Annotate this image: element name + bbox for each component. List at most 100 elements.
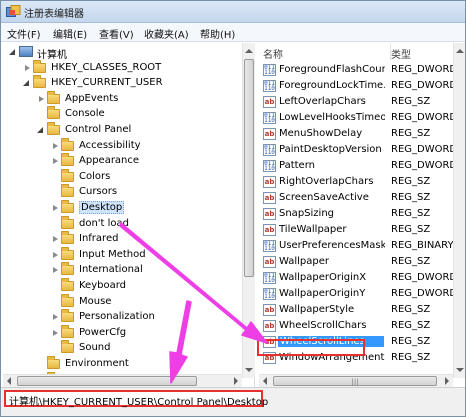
- dword-icon: 011 110: [263, 112, 276, 124]
- folder-icon: [47, 106, 60, 120]
- value-row[interactable]: ab ScreenSaveActive REG_SZ: [259, 190, 454, 206]
- tree-item[interactable]: Environment: [3, 356, 243, 372]
- scroll-left-icon[interactable]: [7, 377, 11, 385]
- folder-icon: [61, 168, 74, 182]
- value-name: MenuShowDelay: [279, 128, 363, 139]
- value-type: REG_SZ: [391, 352, 431, 363]
- value-row[interactable]: ab SnapSizing REG_SZ: [259, 206, 454, 222]
- value-row[interactable]: 011 110 PaintDesktopVersion REG_DWORD: [259, 142, 454, 158]
- tree-item[interactable]: 计算机: [3, 45, 243, 61]
- value-name: ForegroundLockTime...: [279, 80, 385, 91]
- column-header-name[interactable]: 名称: [263, 43, 391, 61]
- tree-item[interactable]: Keyboard: [3, 278, 243, 294]
- scroll-right-icon[interactable]: [234, 377, 238, 385]
- value-row[interactable]: ab TileWallpaper REG_SZ: [259, 222, 454, 238]
- value-row[interactable]: 011 110 Pattern REG_DWORD: [259, 158, 454, 174]
- tree-item[interactable]: Input Method: [3, 246, 243, 263]
- expanded-arrow-icon[interactable]: [23, 80, 29, 87]
- collapsed-arrow-icon[interactable]: [53, 158, 58, 165]
- tree-vertical-scrollbar[interactable]: [242, 43, 255, 378]
- value-row[interactable]: ab WheelScrollChars REG_SZ: [259, 318, 454, 334]
- value-type: REG_SZ: [391, 96, 431, 107]
- value-type: REG_DWORD: [391, 160, 454, 171]
- registry-key-tree[interactable]: 计算机 HKEY_CLASSES_ROOT HKEY_CURRENT_USER App…: [3, 43, 255, 387]
- annotation-box-value: [257, 339, 365, 356]
- value-row[interactable]: 011 110 WallpaperOriginY REG_DWORD: [259, 286, 454, 302]
- tree-item[interactable]: Mouse: [3, 293, 243, 310]
- tree-item[interactable]: Colors: [3, 168, 243, 185]
- scroll-down-icon[interactable]: [456, 368, 464, 372]
- tree-item[interactable]: Personalization: [3, 309, 243, 325]
- expanded-arrow-icon[interactable]: [37, 127, 43, 133]
- expanded-arrow-icon[interactable]: [9, 49, 15, 55]
- tree-item[interactable]: Cursors: [3, 184, 243, 200]
- string-icon: ab: [263, 96, 276, 108]
- value-name: Pattern: [279, 160, 315, 171]
- tree-item[interactable]: Console: [3, 106, 243, 122]
- tree-horizontal-scrollbar[interactable]: [3, 374, 242, 387]
- folder-icon: [61, 215, 74, 229]
- scroll-up-icon[interactable]: [456, 49, 464, 53]
- tree-item-label: Appearance: [79, 155, 140, 167]
- scroll-up-icon[interactable]: [245, 49, 253, 53]
- collapsed-arrow-icon[interactable]: [53, 329, 58, 336]
- tree-item[interactable]: AppEvents: [3, 90, 243, 107]
- value-row[interactable]: ab Wallpaper REG_SZ: [259, 254, 454, 270]
- list-vertical-scrollbar[interactable]: [453, 43, 465, 378]
- tree-item[interactable]: Appearance: [3, 153, 243, 169]
- collapsed-arrow-icon[interactable]: [53, 267, 58, 274]
- dword-icon: 011 110: [263, 240, 276, 252]
- value-name: ForegroundFlashCount: [279, 64, 385, 75]
- value-row[interactable]: 011 110 LowLevelHooksTimeo... REG_DWORD: [259, 110, 454, 126]
- tree-item[interactable]: Sound: [3, 340, 243, 356]
- tree-item[interactable]: PowerCfg: [3, 324, 243, 341]
- value-row[interactable]: ab LeftOverlapChars REG_SZ: [259, 94, 454, 110]
- collapsed-arrow-icon[interactable]: [39, 95, 44, 102]
- collapsed-arrow-icon[interactable]: [53, 142, 58, 149]
- scroll-right-icon[interactable]: [445, 377, 449, 385]
- value-row[interactable]: ab RightOverlapChars REG_SZ: [259, 174, 454, 190]
- value-row[interactable]: 011 110 ForegroundLockTime... REG_DWORD: [259, 78, 454, 94]
- list-horizontal-scrollbar[interactable]: |||: [259, 374, 453, 387]
- scroll-thumb[interactable]: |||: [273, 376, 437, 386]
- column-header-type[interactable]: 类型: [391, 43, 454, 61]
- dword-icon: 011 110: [263, 272, 276, 284]
- tree-item[interactable]: HKEY_CURRENT_USER: [3, 75, 243, 91]
- value-name: Wallpaper: [279, 256, 330, 267]
- menu-file[interactable]: 文件(F): [7, 26, 41, 41]
- value-name: PaintDesktopVersion: [279, 144, 382, 155]
- value-row[interactable]: ab WallpaperStyle REG_SZ: [259, 302, 454, 318]
- collapsed-arrow-icon[interactable]: [53, 314, 58, 321]
- collapsed-arrow-icon[interactable]: [25, 64, 30, 71]
- tree-item-label: Keyboard: [79, 280, 127, 291]
- menu-favorites[interactable]: 收藏夹(A): [144, 26, 189, 41]
- tree-item[interactable]: Infrared: [3, 231, 243, 247]
- folder-icon: [61, 231, 74, 245]
- tree-item[interactable]: Control Panel: [3, 122, 243, 138]
- menu-view[interactable]: 查看(V): [99, 26, 134, 41]
- collapsed-arrow-icon[interactable]: [53, 251, 58, 258]
- scroll-left-icon[interactable]: [263, 377, 267, 385]
- value-row[interactable]: 011 110 UserPreferencesMask REG_BINARY: [259, 238, 454, 254]
- tree-item[interactable]: HKEY_CLASSES_ROOT: [3, 59, 243, 76]
- menu-edit[interactable]: 编辑(E): [53, 26, 87, 41]
- value-row[interactable]: ab MenuShowDelay REG_SZ: [259, 126, 454, 142]
- scroll-thumb[interactable]: [17, 376, 197, 386]
- values-list[interactable]: 名称 类型 011 110 ForegroundFlashCount REG_DWO…: [259, 43, 454, 378]
- menu-help[interactable]: 帮助(H): [200, 26, 235, 41]
- tree-item[interactable]: don't load: [3, 215, 243, 232]
- tree-item-label: HKEY_CLASSES_ROOT: [51, 61, 162, 73]
- value-row[interactable]: 011 110 WallpaperOriginX REG_DWORD: [259, 270, 454, 286]
- string-icon: ab: [263, 176, 276, 188]
- tree-item[interactable]: Desktop: [3, 200, 243, 216]
- scroll-down-icon[interactable]: [245, 368, 253, 372]
- tree-item[interactable]: Accessibility: [3, 137, 243, 154]
- tree-item-label: PowerCfg: [79, 326, 127, 338]
- collapsed-arrow-icon[interactable]: [53, 236, 58, 243]
- scroll-thumb[interactable]: [244, 59, 254, 277]
- value-row[interactable]: 011 110 ForegroundFlashCount REG_DWORD: [259, 62, 454, 78]
- folder-icon: [33, 59, 46, 73]
- collapsed-arrow-icon[interactable]: [53, 205, 58, 211]
- tree-item[interactable]: International: [3, 262, 243, 278]
- tree-item-label: Accessibility: [79, 139, 141, 151]
